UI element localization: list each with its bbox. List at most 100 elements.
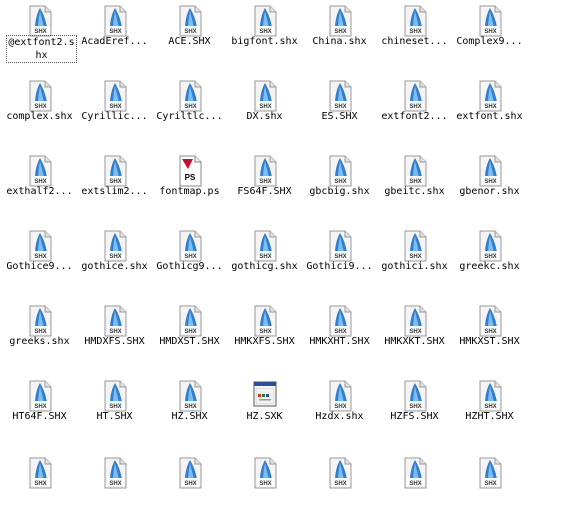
file-item[interactable]: SHX gbenor.shx	[452, 150, 527, 220]
file-item[interactable]: SHX HMKXKT.SHX	[377, 300, 452, 370]
shx-file-icon: SHX	[26, 380, 54, 412]
shx-file-icon: SHX	[101, 457, 129, 489]
file-name-label: ES.SHX	[321, 111, 358, 122]
file-item[interactable]: SHX greekc.shx	[452, 225, 527, 295]
shx-file-icon: SHX	[176, 80, 204, 112]
file-item[interactable]: PS fontmap.ps	[152, 150, 227, 220]
file-item[interactable]: SHX complex.shx	[2, 75, 77, 145]
file-item[interactable]: SHX HMKXST.SHX	[452, 300, 527, 370]
shx-file-icon: SHX	[101, 155, 129, 187]
file-item[interactable]: SHX Gothici9...	[302, 225, 377, 295]
file-name-label: extfont2...	[381, 111, 448, 122]
file-item[interactable]: SHX @extfont2.shx	[2, 0, 77, 70]
file-name-label: Complex9...	[456, 36, 523, 47]
file-item[interactable]: SHX HMDXFS.SHX	[77, 300, 152, 370]
file-name-label: @extfont2.shx	[6, 35, 77, 63]
file-item[interactable]: SHX	[77, 452, 152, 522]
file-item[interactable]: SHX Gothice9...	[2, 225, 77, 295]
file-name-label: gbenor.shx	[459, 186, 520, 197]
file-item[interactable]: SHX DX.shx	[227, 75, 302, 145]
file-item[interactable]: SHX HT64F.SHX	[2, 375, 77, 445]
file-item[interactable]: SHX extfont.shx	[452, 75, 527, 145]
file-item[interactable]: SHX HZ.SHX	[152, 375, 227, 445]
file-name-label: extslim2...	[81, 186, 148, 197]
file-item[interactable]: SHX	[452, 452, 527, 522]
file-name-label: HZ.SXK	[246, 411, 283, 422]
shx-file-icon: SHX	[476, 5, 504, 37]
shx-file-icon: SHX	[176, 5, 204, 37]
shx-file-icon: SHX	[26, 155, 54, 187]
file-item[interactable]: SHX HT.SHX	[77, 375, 152, 445]
svg-text:SHX: SHX	[484, 481, 496, 487]
file-icon-grid: SHX @extfont2.shx SHX AcadEref... SHX AC…	[0, 0, 565, 489]
svg-text:SHX: SHX	[259, 481, 271, 487]
file-item[interactable]: SHX gbeitc.shx	[377, 150, 452, 220]
file-item[interactable]: SHX	[227, 452, 302, 522]
file-item[interactable]: SHX ES.SHX	[302, 75, 377, 145]
file-item[interactable]: SHX	[2, 452, 77, 522]
file-name-label: Cyriltlc...	[156, 111, 223, 122]
file-item[interactable]: SHX HZHT.SHX	[452, 375, 527, 445]
file-name-label: China.shx	[312, 36, 367, 47]
file-name-label: extfont.shx	[456, 111, 523, 122]
shx-file-icon: SHX	[251, 5, 279, 37]
shx-file-icon: SHX	[476, 230, 504, 262]
shx-file-icon: SHX	[26, 305, 54, 337]
file-name-label: Gothice9...	[6, 261, 73, 272]
file-name-label: HT.SHX	[96, 411, 133, 422]
shx-file-icon: SHX	[101, 380, 129, 412]
file-item[interactable]: SHX chineset...	[377, 0, 452, 70]
file-item[interactable]: SHX gothice.shx	[77, 225, 152, 295]
file-name-label: HMKXKT.SHX	[384, 336, 445, 347]
file-item[interactable]: SHX greeks.shx	[2, 300, 77, 370]
file-item[interactable]: SHX Complex9...	[452, 0, 527, 70]
svg-text:SHX: SHX	[334, 481, 346, 487]
file-item[interactable]: SHX HMKXFS.SHX	[227, 300, 302, 370]
file-name-label: HT64F.SHX	[12, 411, 67, 422]
file-item[interactable]: SHX	[152, 452, 227, 522]
file-item[interactable]: SHX gbcbig.shx	[302, 150, 377, 220]
file-item[interactable]: SHX China.shx	[302, 0, 377, 70]
shx-file-icon: SHX	[476, 457, 504, 489]
shx-file-icon: SHX	[476, 380, 504, 412]
file-name-label: HZ.SHX	[171, 411, 208, 422]
file-item[interactable]: SHX AcadEref...	[77, 0, 152, 70]
shx-file-icon: SHX	[326, 80, 354, 112]
file-item[interactable]: SHX bigfont.shx	[227, 0, 302, 70]
file-item[interactable]: SHX ACE.SHX	[152, 0, 227, 70]
shx-file-icon: SHX	[326, 230, 354, 262]
file-item[interactable]: SHX HMKXHT.SHX	[302, 300, 377, 370]
file-name-label: AcadEref...	[81, 36, 148, 47]
file-name-label: gbeitc.shx	[384, 186, 445, 197]
file-name-label: Cyrillic...	[81, 111, 148, 122]
file-item[interactable]: SHX extslim2...	[77, 150, 152, 220]
file-item[interactable]: HZ.SXK	[227, 375, 302, 445]
file-item[interactable]: SHX HMDXST.SHX	[152, 300, 227, 370]
file-item[interactable]: SHX HZFS.SHX	[377, 375, 452, 445]
file-name-label: fontmap.ps	[159, 186, 220, 197]
file-item[interactable]: SHX Hzdx.shx	[302, 375, 377, 445]
file-name-label: exthalf2...	[6, 186, 73, 197]
file-name-label: Gothicg9...	[156, 261, 223, 272]
file-item[interactable]: SHX Gothicg9...	[152, 225, 227, 295]
file-item[interactable]: SHX FS64F.SHX	[227, 150, 302, 220]
shx-file-icon: SHX	[251, 305, 279, 337]
file-item[interactable]: SHX Cyriltlc...	[152, 75, 227, 145]
file-item[interactable]: SHX gothicg.shx	[227, 225, 302, 295]
file-name-label: FS64F.SHX	[237, 186, 292, 197]
shx-file-icon: SHX	[476, 305, 504, 337]
file-name-label: Hzdx.shx	[315, 411, 364, 422]
shx-file-icon: SHX	[401, 380, 429, 412]
shx-file-icon: SHX	[326, 457, 354, 489]
file-item[interactable]: SHX Cyrillic...	[77, 75, 152, 145]
file-name-label: HZFS.SHX	[390, 411, 439, 422]
file-item[interactable]: SHX	[302, 452, 377, 522]
file-item[interactable]: SHX extfont2...	[377, 75, 452, 145]
file-item[interactable]: SHX gothici.shx	[377, 225, 452, 295]
shx-file-icon: SHX	[101, 80, 129, 112]
file-item[interactable]: SHX exthalf2...	[2, 150, 77, 220]
file-item[interactable]: SHX	[377, 452, 452, 522]
svg-text:PS: PS	[185, 173, 196, 182]
file-name-label: complex.shx	[6, 111, 73, 122]
shx-file-icon: SHX	[401, 155, 429, 187]
